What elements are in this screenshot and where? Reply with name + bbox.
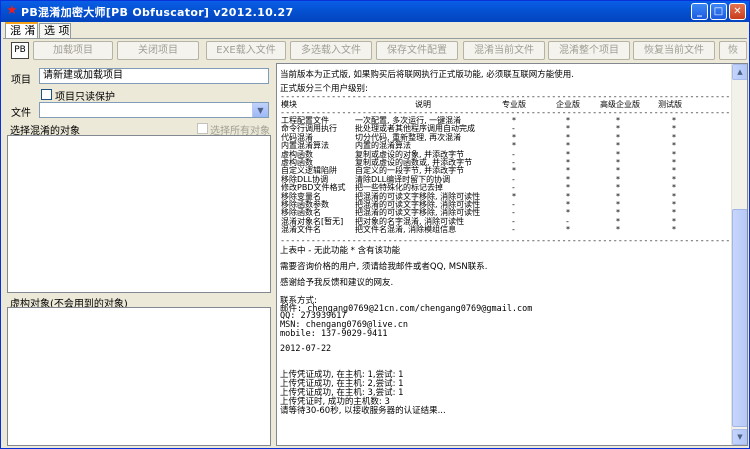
restore-more-button[interactable]: 恢 — [719, 41, 747, 60]
readonly-label: 项目只读保护 — [55, 92, 115, 103]
obfuscate-project-button[interactable]: 混淆整个项目 — [548, 41, 630, 60]
chevron-down-icon[interactable]: ▼ — [252, 103, 268, 117]
app-star-icon: ★ — [6, 3, 18, 18]
file-label: 文件 — [11, 108, 31, 119]
tab-obfuscate[interactable]: 混 淆 — [5, 22, 38, 39]
project-input[interactable]: 请新建或加载项目 — [39, 68, 269, 84]
table-cell: - — [512, 225, 515, 235]
info-panel[interactable]: 当前版本为正式版, 如果购买后将联网执行正式版功能, 必须联互联网方能使用. 正… — [276, 63, 748, 446]
exe-load-file-button[interactable]: EXE载入文件 — [206, 41, 286, 60]
release-date: 2012-07-22 — [280, 344, 332, 354]
scroll-up-button[interactable]: ▲ — [732, 64, 747, 80]
restore-current-button[interactable]: 恢复当前文件 — [633, 41, 715, 60]
left-panel: 项目 请新建或加载项目 项目只读保护 文件 ▼ 选择混淆的对象 选择所有对象 虚… — [5, 65, 273, 446]
objects-list[interactable] — [7, 135, 271, 293]
select-all-checkbox[interactable] — [197, 123, 208, 134]
tab-options[interactable]: 选 项 — [39, 23, 71, 38]
legend-line: 上表中 - 无此功能 * 含有该功能 — [280, 246, 401, 256]
contact-line-1: 需要咨询价格的用户, 须请给我邮件或者QQ, MSN联系. — [280, 262, 488, 272]
window-title: PB混淆加密大师[PB Obfuscator] v2012.10.27 — [21, 6, 294, 19]
contact-line-2: 感谢给予我反馈和建议的网友. — [280, 278, 394, 288]
scroll-down-button[interactable]: ▼ — [732, 429, 747, 445]
log-line-5: 请等待30-60秒, 以接收服务器的认证结果... — [280, 406, 446, 416]
toolbar: PB 加载项目 关闭项目 EXE载入文件 多选载入文件 保存文件配置 混淆当前文… — [3, 40, 749, 61]
table-cell: * — [566, 225, 570, 235]
virtual-objects-list[interactable] — [7, 307, 271, 446]
contact-mobile: mobile: 137-9029-9411 — [280, 329, 388, 339]
scroll-thumb[interactable] — [732, 209, 747, 427]
file-select[interactable]: ▼ — [39, 102, 269, 118]
table-cell: 把文件名混淆, 消除模组信息 — [355, 225, 457, 235]
vertical-scrollbar[interactable]: ▲ ▼ — [731, 64, 747, 445]
readonly-checkbox[interactable] — [41, 89, 52, 100]
title-bar[interactable]: ★ PB混淆加密大师[PB Obfuscator] v2012.10.27 _ … — [1, 1, 749, 22]
multi-load-file-button[interactable]: 多选载入文件 — [290, 41, 372, 60]
project-label: 项目 — [11, 75, 31, 86]
tab-divider — [3, 38, 747, 39]
table-row: 混淆文件名 把文件名混淆, 消除模组信息 - * * * — [280, 225, 730, 234]
pb-app-icon[interactable]: PB — [11, 42, 29, 59]
save-config-button[interactable]: 保存文件配置 — [376, 41, 458, 60]
close-button[interactable]: ✕ — [729, 3, 746, 20]
intro-line-1: 当前版本为正式版, 如果购买后将联网执行正式版功能, 必须联互联网方能使用. — [280, 70, 575, 80]
table-cell: * — [672, 225, 676, 235]
table-cell: * — [616, 225, 620, 235]
main-window: ★ PB混淆加密大师[PB Obfuscator] v2012.10.27 _ … — [0, 0, 750, 449]
minimize-button[interactable]: _ — [691, 3, 708, 20]
close-project-button[interactable]: 关闭项目 — [117, 41, 199, 60]
table-cell: 混淆文件名 — [281, 225, 321, 235]
maximize-button[interactable]: □ — [710, 3, 727, 20]
virtual-objects-area: 虚构对象(不会用到的对象) — [7, 293, 271, 446]
load-project-button[interactable]: 加载项目 — [33, 41, 113, 60]
obfuscate-current-button[interactable]: 混淆当前文件 — [463, 41, 545, 60]
